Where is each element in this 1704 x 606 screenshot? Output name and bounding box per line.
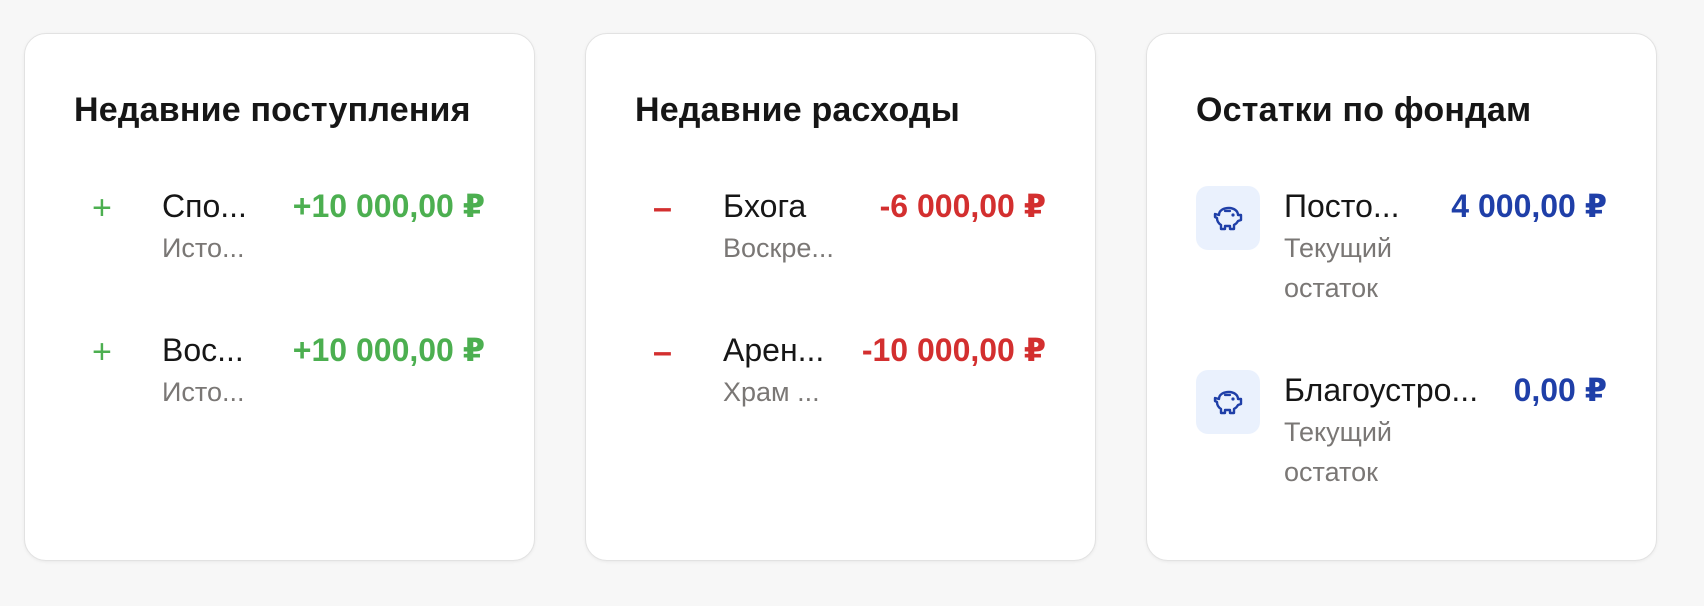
expense-item-amount: -6 000,00 ₽	[879, 188, 1046, 224]
fund-item-text: Благоустро... Текущий остаток	[1284, 368, 1490, 492]
fund-item-subtitle: Текущий остаток	[1284, 233, 1392, 303]
income-item[interactable]: + Вос... Исто... +10 000,00 ₽	[74, 328, 485, 407]
fund-item-amount: 4 000,00 ₽	[1451, 188, 1607, 224]
fund-item[interactable]: Благоустро... Текущий остаток 0,00 ₽	[1196, 368, 1607, 488]
expense-item-title: Арен...	[723, 332, 825, 368]
income-item-title: Спо...	[162, 188, 247, 224]
recent-income-card: Недавние поступления + Спо... Исто... +1…	[24, 33, 535, 561]
income-item[interactable]: + Спо... Исто... +10 000,00 ₽	[74, 184, 485, 263]
expense-item-text: Бхога Воскре...	[723, 184, 856, 268]
income-item-title: Вос...	[162, 332, 244, 368]
income-item-text: Вос... Исто...	[162, 328, 269, 412]
income-item-amount: +10 000,00 ₽	[292, 332, 485, 368]
piggy-bank-icon	[1196, 186, 1260, 250]
fund-item-amount: 0,00 ₽	[1513, 372, 1607, 408]
fund-item-subtitle: Текущий остаток	[1284, 417, 1392, 487]
plus-icon: +	[92, 189, 112, 227]
fund-item-text: Посто... Текущий остаток	[1284, 184, 1427, 308]
recent-expenses-list: – Бхога Воскре... -6 000,00 ₽ – Арен... …	[635, 184, 1046, 407]
minus-icon: –	[653, 333, 672, 371]
income-item-subtitle: Исто...	[162, 233, 245, 263]
income-item-subtitle: Исто...	[162, 377, 245, 407]
expense-item-title: Бхога	[723, 188, 807, 224]
income-item-text: Спо... Исто...	[162, 184, 269, 268]
expense-item-subtitle: Воскре...	[723, 233, 834, 263]
expense-item-subtitle: Храм ...	[723, 377, 820, 407]
fund-item[interactable]: Посто... Текущий остаток 4 000,00 ₽	[1196, 184, 1607, 304]
dashboard-cards: Недавние поступления + Спо... Исто... +1…	[24, 33, 1657, 561]
expense-item-amount: -10 000,00 ₽	[861, 332, 1046, 368]
expense-item-text: Арен... Храм ...	[723, 328, 838, 412]
fund-balances-list: Посто... Текущий остаток 4 000,00 ₽ Благ…	[1196, 184, 1607, 488]
minus-icon: –	[653, 189, 672, 227]
recent-expenses-card: Недавние расходы – Бхога Воскре... -6 00…	[585, 33, 1096, 561]
recent-expenses-title: Недавние расходы	[635, 91, 960, 129]
expense-item[interactable]: – Арен... Храм ... -10 000,00 ₽	[635, 328, 1046, 407]
fund-item-title: Благоустро...	[1284, 372, 1479, 408]
fund-balances-card: Остатки по фондам Посто... Текущий остат…	[1146, 33, 1657, 561]
expense-item[interactable]: – Бхога Воскре... -6 000,00 ₽	[635, 184, 1046, 263]
recent-income-list: + Спо... Исто... +10 000,00 ₽ + Вос... И…	[74, 184, 485, 407]
fund-item-title: Посто...	[1284, 188, 1400, 224]
piggy-bank-icon	[1196, 370, 1260, 434]
recent-income-title: Недавние поступления	[74, 91, 471, 129]
income-item-amount: +10 000,00 ₽	[292, 188, 485, 224]
plus-icon: +	[92, 333, 112, 371]
fund-balances-title: Остатки по фондам	[1196, 91, 1532, 129]
